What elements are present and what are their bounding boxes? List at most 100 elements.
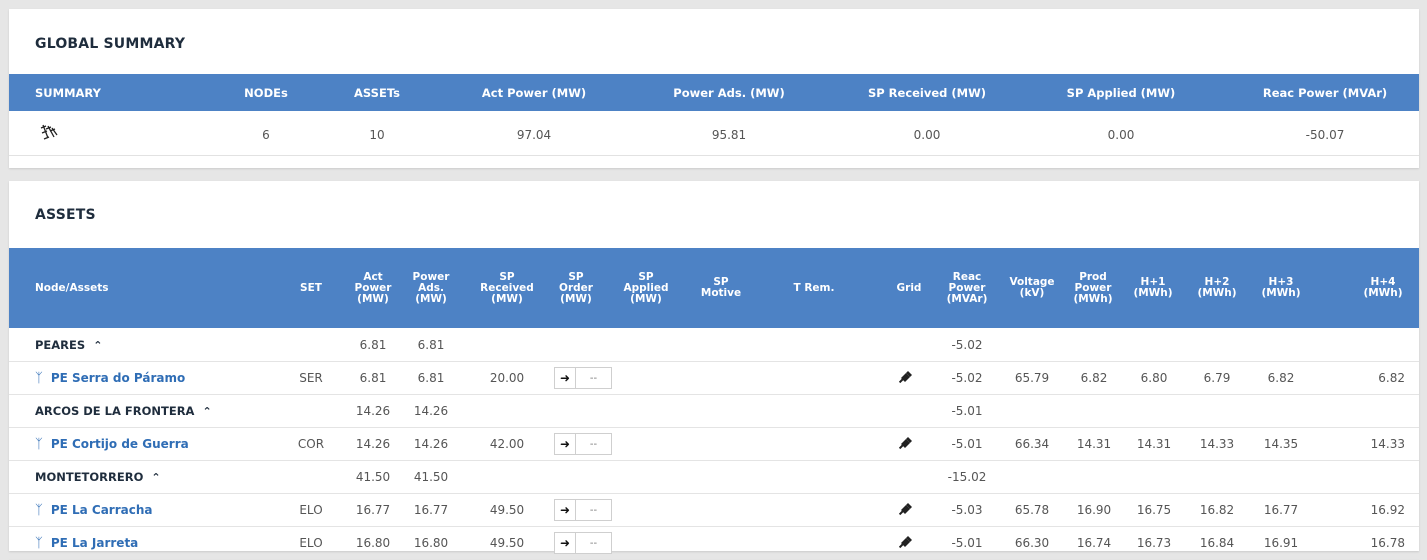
asset-link[interactable]: ᛉ PE La Carracha bbox=[35, 503, 153, 518]
power-ads-value: 41.50 bbox=[413, 470, 449, 484]
act-power-value: 6.81 bbox=[359, 371, 387, 385]
wind-turbine-icon: ᛉ bbox=[35, 437, 43, 452]
group-name[interactable]: MONTETORRERO ⌃ bbox=[35, 470, 161, 484]
header-act-power: Act Power (MW) bbox=[481, 86, 587, 100]
header-sp-received: SP Received (MW) bbox=[867, 86, 987, 100]
group-name[interactable]: ARCOS DE LA FRONTERA ⌃ bbox=[35, 404, 212, 418]
wind-turbine-icon: ᛉ bbox=[35, 371, 43, 386]
group-label: MONTETORRERO bbox=[35, 470, 144, 484]
group-label: PEARES bbox=[35, 338, 86, 352]
header-reac-power: Reac Power (MVAr) bbox=[1262, 86, 1388, 100]
header-h2: H+2 (MWh) bbox=[1197, 276, 1237, 299]
act-power-value: 14.26 bbox=[355, 437, 391, 451]
act-power-value: 16.80 bbox=[355, 536, 391, 550]
reac-power-value: -5.03 bbox=[951, 503, 983, 517]
sp-order-control: ➜ -- bbox=[554, 532, 612, 554]
power-ads-value: 16.80 bbox=[413, 536, 449, 550]
global-power-ads-value: 95.81 bbox=[711, 128, 747, 142]
set-value: ELO bbox=[299, 536, 323, 550]
global-reac-power-value: -50.07 bbox=[1305, 128, 1345, 142]
asset-row: ᛉ PE La Carracha ELO 16.77 16.77 49.50 ➜ … bbox=[9, 493, 1419, 527]
reac-power-value: -5.01 bbox=[951, 437, 983, 451]
header-sp-received: SP Received (MW) bbox=[480, 270, 534, 305]
global-summary-row: 6 10 97.04 95.81 0.00 0.00 -50.07 bbox=[9, 111, 1419, 156]
global-assets-value: 10 bbox=[369, 128, 385, 142]
h4-value: 16.92 bbox=[1370, 503, 1405, 517]
global-summary-title: GLOBAL SUMMARY bbox=[35, 36, 186, 52]
h1-value: 6.80 bbox=[1140, 371, 1168, 385]
send-arrow-button[interactable]: ➜ bbox=[555, 500, 576, 520]
voltage-value: 65.78 bbox=[1014, 503, 1050, 517]
chevron-up-icon[interactable]: ⌃ bbox=[202, 405, 211, 418]
h2-value: 16.84 bbox=[1199, 536, 1235, 550]
global-summary-header: SUMMARY NODEs ASSETs Act Power (MW) Powe… bbox=[9, 74, 1419, 111]
header-summary: SUMMARY bbox=[35, 86, 101, 100]
global-summary-card: GLOBAL SUMMARY SUMMARY NODEs ASSETs Act … bbox=[9, 9, 1419, 168]
wind-turbine-icon: ᛉ bbox=[35, 536, 43, 551]
group-row[interactable]: MONTETORRERO ⌃ 41.50 41.50 -15.02 bbox=[9, 460, 1419, 494]
global-nodes-value: 6 bbox=[262, 128, 270, 142]
header-reac-power: Reac Power (MVAr) bbox=[946, 270, 988, 305]
act-power-value: 16.77 bbox=[355, 503, 391, 517]
header-set: SET bbox=[300, 281, 322, 294]
h2-value: 14.33 bbox=[1199, 437, 1235, 451]
sp-order-select[interactable]: -- bbox=[576, 368, 611, 388]
voltage-value: 65.79 bbox=[1014, 371, 1050, 385]
h2-value: 16.82 bbox=[1199, 503, 1235, 517]
asset-link[interactable]: ᛉ PE La Jarreta bbox=[35, 536, 138, 551]
asset-name[interactable]: PE Cortijo de Guerra bbox=[51, 437, 189, 451]
asset-link[interactable]: ᛉ PE Cortijo de Guerra bbox=[35, 437, 189, 452]
prod-power-value: 16.90 bbox=[1076, 503, 1112, 517]
asset-name[interactable]: PE La Jarreta bbox=[51, 536, 138, 550]
assets-table-header: Node/Assets SET Act Power (MW) Power Ads… bbox=[9, 248, 1419, 328]
assets-title: ASSETS bbox=[35, 207, 96, 223]
group-row[interactable]: PEARES ⌃ 6.81 6.81 -5.02 bbox=[9, 328, 1419, 362]
sp-order-control: ➜ -- bbox=[554, 433, 612, 455]
plug-icon bbox=[898, 502, 913, 519]
sp-received-value: 49.50 bbox=[489, 503, 525, 517]
global-sp-received-value: 0.00 bbox=[913, 128, 941, 142]
sp-received-value: 49.50 bbox=[489, 536, 525, 550]
group-label: ARCOS DE LA FRONTERA bbox=[35, 404, 195, 418]
asset-name[interactable]: PE La Carracha bbox=[51, 503, 153, 517]
power-ads-value: 14.26 bbox=[413, 437, 449, 451]
act-power-value: 6.81 bbox=[359, 338, 387, 352]
sp-order-control: ➜ -- bbox=[554, 367, 612, 389]
set-value: SER bbox=[299, 371, 323, 385]
act-power-value: 14.26 bbox=[355, 404, 391, 418]
wind-farm-icon bbox=[39, 122, 59, 145]
header-prod-power: Prod Power (MWh) bbox=[1073, 270, 1113, 305]
prod-power-value: 6.82 bbox=[1080, 371, 1108, 385]
reac-power-value: -15.02 bbox=[947, 470, 987, 484]
chevron-up-icon[interactable]: ⌃ bbox=[151, 471, 160, 484]
group-row[interactable]: ARCOS DE LA FRONTERA ⌃ 14.26 14.26 -5.01 bbox=[9, 394, 1419, 428]
sp-received-value: 20.00 bbox=[489, 371, 525, 385]
h1-value: 16.73 bbox=[1136, 536, 1172, 550]
sp-order-select[interactable]: -- bbox=[576, 500, 611, 520]
group-name[interactable]: PEARES ⌃ bbox=[35, 338, 102, 352]
sp-received-value: 42.00 bbox=[489, 437, 525, 451]
sp-order-control: ➜ -- bbox=[554, 499, 612, 521]
asset-name[interactable]: PE Serra do Páramo bbox=[51, 371, 185, 385]
send-arrow-button[interactable]: ➜ bbox=[555, 434, 576, 454]
voltage-value: 66.30 bbox=[1014, 536, 1050, 550]
send-arrow-button[interactable]: ➜ bbox=[555, 368, 576, 388]
h4-value: 6.82 bbox=[1378, 371, 1405, 385]
header-nodes: NODEs bbox=[244, 86, 288, 100]
reac-power-value: -5.01 bbox=[951, 404, 983, 418]
reac-power-value: -5.02 bbox=[951, 338, 983, 352]
wind-turbine-icon: ᛉ bbox=[35, 503, 43, 518]
header-h4: H+4 (MWh) bbox=[1363, 276, 1403, 299]
send-arrow-button[interactable]: ➜ bbox=[555, 533, 576, 553]
h4-value: 14.33 bbox=[1370, 437, 1405, 451]
sp-order-select[interactable]: -- bbox=[576, 434, 611, 454]
h3-value: 14.35 bbox=[1263, 437, 1299, 451]
asset-link[interactable]: ᛉ PE Serra do Páramo bbox=[35, 371, 185, 386]
sp-order-select[interactable]: -- bbox=[576, 533, 611, 553]
header-sp-applied: SP Applied (MW) bbox=[623, 270, 669, 305]
plug-icon bbox=[898, 436, 913, 453]
reac-power-value: -5.02 bbox=[951, 371, 983, 385]
h3-value: 16.77 bbox=[1263, 503, 1299, 517]
chevron-up-icon[interactable]: ⌃ bbox=[93, 339, 102, 352]
asset-row: ᛉ PE Cortijo de Guerra COR 14.26 14.26 42… bbox=[9, 427, 1419, 461]
